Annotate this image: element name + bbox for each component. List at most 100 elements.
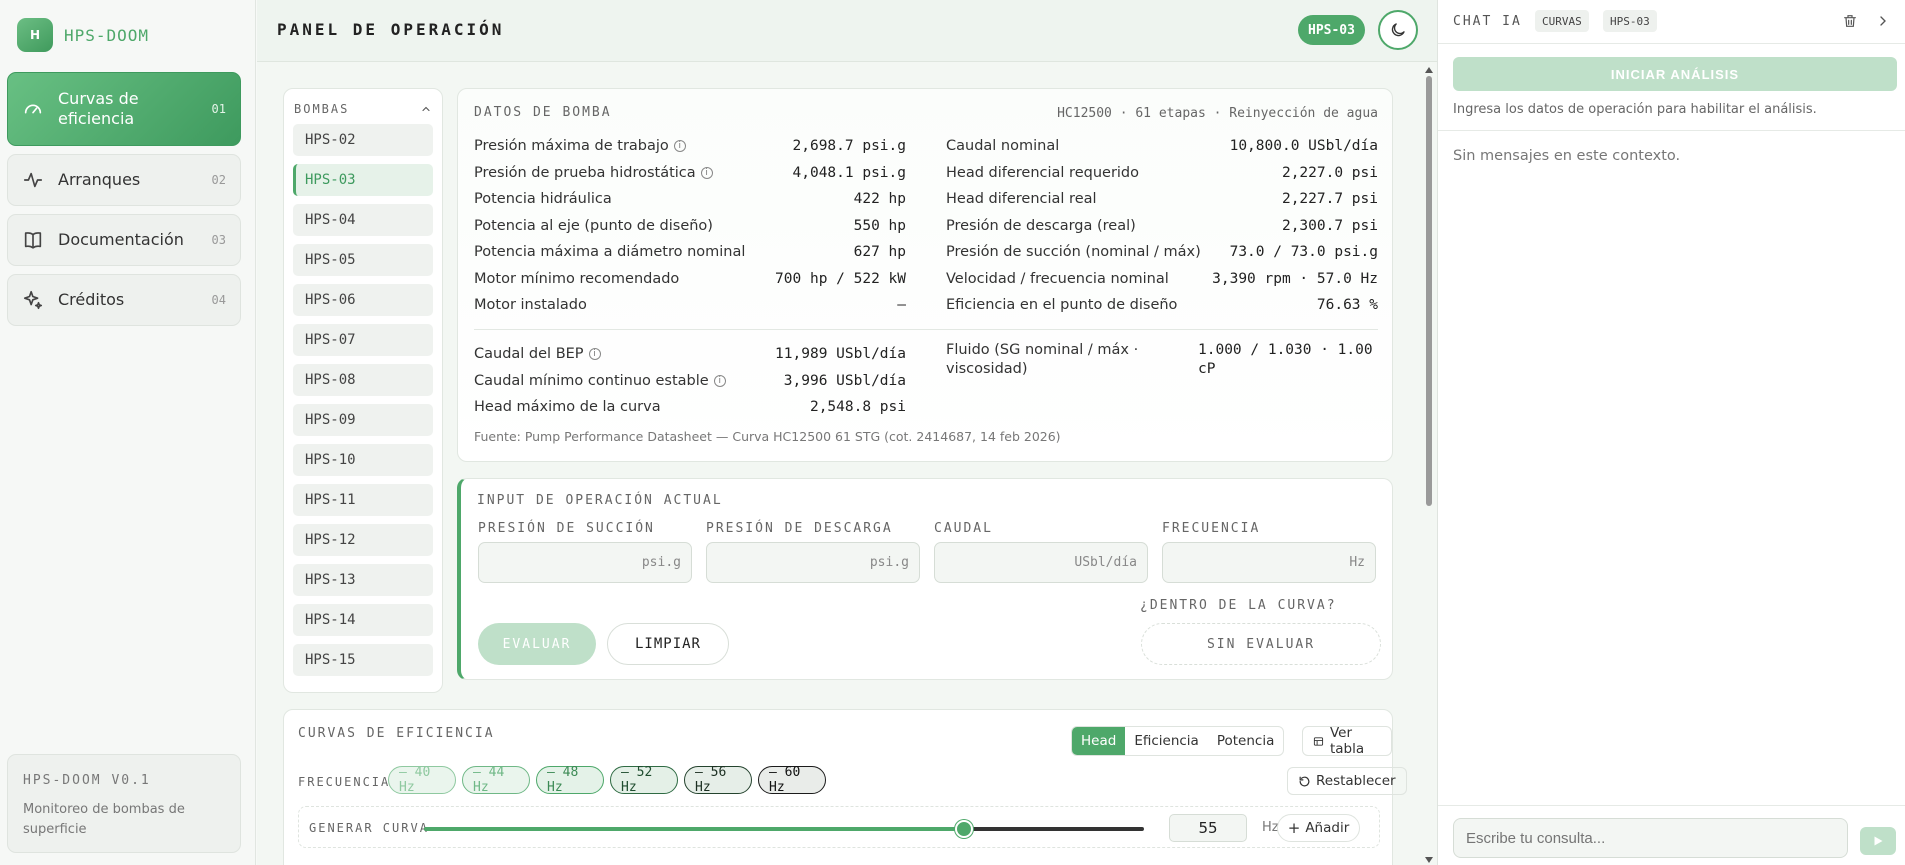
brand-name: HPS-DOOM bbox=[64, 25, 150, 45]
data-label-text: Potencia al eje (punto de diseño) bbox=[474, 217, 713, 234]
theme-toggle-button[interactable] bbox=[1378, 10, 1418, 50]
data-label-text: Presión de prueba hidrostática bbox=[474, 164, 696, 181]
app-version: HPS-DOOM V0.1 bbox=[23, 773, 151, 788]
chevron-up-icon[interactable] bbox=[420, 103, 432, 115]
data-row: Caudal nominal 10,800.0 USbl/día bbox=[946, 133, 1378, 160]
frequency-chip[interactable]: — 48 Hz bbox=[536, 765, 604, 795]
sidebar-nav: Curvas de eficiencia 01 Arranques 02 Doc… bbox=[7, 72, 241, 334]
info-icon[interactable]: i bbox=[588, 348, 601, 361]
frequency-chip[interactable]: — 44 Hz bbox=[462, 765, 530, 795]
data-label: Potencia hidráulica bbox=[474, 191, 612, 207]
pump-item-hps-13[interactable]: HPS-13 bbox=[293, 564, 433, 596]
start-analysis-button[interactable]: INICIAR ANÁLISIS bbox=[1453, 57, 1897, 91]
moon-icon bbox=[1391, 23, 1405, 37]
data-label-text: Caudal del BEP bbox=[474, 346, 584, 363]
data-label-text: Head diferencial requerido bbox=[946, 164, 1140, 181]
data-row: Motor mínimo recomendado 700 hp / 522 kW bbox=[474, 266, 906, 293]
sidebar-item-creditos[interactable]: Créditos 04 bbox=[7, 274, 241, 326]
main-panel: PANEL DE OPERACIÓN HPS-03 BOMBAS HPS-02 H… bbox=[257, 0, 1437, 865]
frequency-chip[interactable]: — 56 Hz bbox=[684, 765, 752, 795]
scrollbar-thumb[interactable] bbox=[1426, 76, 1432, 506]
pump-data-left: Presión máxima de trabajo i 2,698.7 psi.g P… bbox=[474, 133, 906, 319]
frequency-field[interactable]: Hz bbox=[1162, 542, 1376, 583]
info-icon[interactable]: i bbox=[673, 140, 686, 153]
data-label-text: Velocidad / frecuencia nominal bbox=[946, 270, 1169, 287]
pump-item-hps-15[interactable]: HPS-15 bbox=[293, 644, 433, 676]
brand[interactable]: H HPS-DOOM bbox=[17, 18, 149, 52]
main-scrollbar[interactable] bbox=[1422, 66, 1435, 865]
reset-label: Restablecer bbox=[1316, 773, 1396, 789]
frequency-chip[interactable]: — 60 Hz bbox=[758, 765, 826, 795]
suction-pressure-input[interactable] bbox=[479, 543, 691, 582]
data-row: Presión de descarga (real) 2,300.7 psi bbox=[946, 213, 1378, 240]
sidebar-item-arranques[interactable]: Arranques 02 bbox=[7, 154, 241, 206]
pump-item-hps-09[interactable]: HPS-09 bbox=[293, 404, 433, 436]
add-curve-button[interactable]: + Añadir bbox=[1277, 814, 1360, 842]
pump-item-hps-05[interactable]: HPS-05 bbox=[293, 244, 433, 276]
data-label-text: Caudal mínimo continuo estable bbox=[474, 372, 709, 389]
scroll-down-icon[interactable] bbox=[1424, 856, 1434, 864]
pump-list-header[interactable]: BOMBAS bbox=[293, 99, 433, 119]
reset-button[interactable]: Restablecer bbox=[1287, 767, 1407, 795]
data-label: Potencia al eje (punto de diseño) bbox=[474, 218, 713, 234]
frequency-label: FRECUENCIA bbox=[1162, 521, 1261, 536]
chat-input[interactable] bbox=[1453, 818, 1848, 858]
data-value: 11,989 USbl/día bbox=[775, 346, 906, 363]
sidebar-item-documentacion[interactable]: Documentación 03 bbox=[7, 214, 241, 266]
pump-item-hps-07[interactable]: HPS-07 bbox=[293, 324, 433, 356]
chevron-right-icon[interactable] bbox=[1875, 12, 1891, 30]
data-label-text: Presión de succión (nominal / máx) bbox=[946, 244, 1201, 261]
sidebar: H HPS-DOOM Curvas de eficiencia 01 Arran… bbox=[0, 0, 256, 865]
data-row: Potencia al eje (punto de diseño) 550 hp bbox=[474, 213, 906, 240]
pump-item-hps-14[interactable]: HPS-14 bbox=[293, 604, 433, 636]
sidebar-item-num: 01 bbox=[211, 102, 226, 116]
gauge-icon bbox=[24, 104, 42, 114]
flow-field[interactable]: USbl/día bbox=[934, 542, 1148, 583]
data-label: Motor mínimo recomendado bbox=[474, 271, 679, 287]
pump-item-hps-08[interactable]: HPS-08 bbox=[293, 364, 433, 396]
scroll-up-icon[interactable] bbox=[1424, 66, 1434, 74]
brand-logo: H bbox=[17, 18, 53, 52]
frequency-chip[interactable]: — 40 Hz bbox=[388, 765, 456, 795]
pump-item-hps-10[interactable]: HPS-10 bbox=[293, 444, 433, 476]
data-value: 2,548.8 psi bbox=[809, 399, 906, 416]
discharge-pressure-input[interactable] bbox=[707, 543, 919, 582]
data-label-text: Head diferencial real bbox=[946, 191, 1097, 208]
data-label: Velocidad / frecuencia nominal bbox=[946, 271, 1169, 287]
frequency-slider[interactable] bbox=[424, 820, 1144, 838]
divider bbox=[474, 329, 1378, 330]
tab-head[interactable]: Head bbox=[1072, 727, 1126, 755]
info-icon[interactable]: i bbox=[713, 374, 726, 387]
slider-thumb[interactable] bbox=[955, 820, 973, 838]
pump-item-hps-06[interactable]: HPS-06 bbox=[293, 284, 433, 316]
analysis-hint: Ingresa los datos de operación para habi… bbox=[1453, 102, 1817, 117]
send-button[interactable] bbox=[1860, 827, 1896, 855]
pump-item-hps-02[interactable]: HPS-02 bbox=[293, 124, 433, 156]
suction-pressure-field[interactable]: psi.g bbox=[478, 542, 692, 583]
data-label-text: Head máximo de la curva bbox=[474, 399, 661, 416]
sidebar-item-curvas[interactable]: Curvas de eficiencia 01 bbox=[7, 72, 241, 146]
frequencies-label: FRECUENCIAS bbox=[298, 775, 400, 789]
flow-input[interactable] bbox=[935, 543, 1147, 582]
data-row: Head máximo de la curva 2,548.8 psi bbox=[474, 394, 906, 421]
pump-item-hps-03[interactable]: HPS-03 bbox=[293, 164, 433, 196]
data-value: 3,996 USbl/día bbox=[783, 372, 906, 389]
frequency-input[interactable] bbox=[1163, 543, 1375, 582]
trash-icon[interactable] bbox=[1842, 12, 1858, 30]
tab-potencia[interactable]: Potencia bbox=[1208, 727, 1284, 755]
tab-eficiencia[interactable]: Eficiencia bbox=[1125, 727, 1208, 755]
pump-item-hps-11[interactable]: HPS-11 bbox=[293, 484, 433, 516]
info-icon[interactable]: i bbox=[700, 166, 713, 179]
evaluate-button[interactable]: EVALUAR bbox=[478, 623, 596, 665]
discharge-pressure-field[interactable]: psi.g bbox=[706, 542, 920, 583]
pump-item-hps-12[interactable]: HPS-12 bbox=[293, 524, 433, 556]
pump-item-hps-04[interactable]: HPS-04 bbox=[293, 204, 433, 236]
context-tag-pump: HPS-03 bbox=[1603, 10, 1657, 32]
data-value: 2,227.7 psi bbox=[1281, 191, 1378, 208]
frequency-chip[interactable]: — 52 Hz bbox=[610, 765, 678, 795]
clear-button[interactable]: LIMPIAR bbox=[607, 623, 729, 665]
view-table-button[interactable]: Ver tabla bbox=[1302, 725, 1392, 757]
data-label-text: Potencia hidráulica bbox=[474, 191, 612, 208]
generate-frequency-input[interactable]: 55 bbox=[1169, 814, 1247, 842]
suction-pressure-label: PRESIÓN DE SUCCIÓN bbox=[478, 521, 655, 536]
